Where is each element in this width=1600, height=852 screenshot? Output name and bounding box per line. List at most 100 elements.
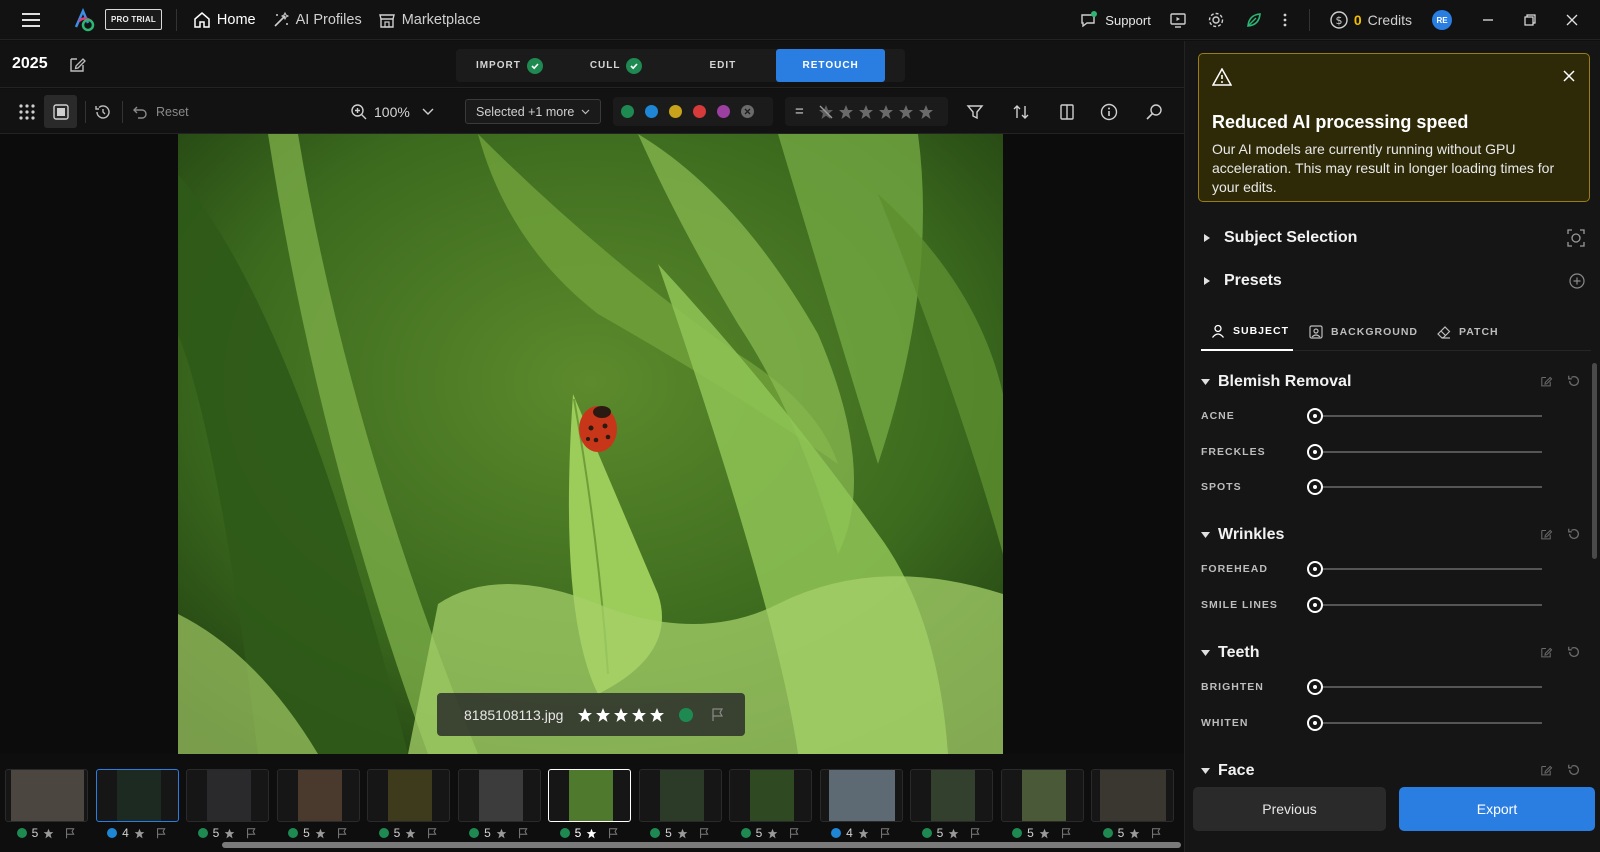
flag-icon[interactable]	[337, 827, 348, 839]
credits-display[interactable]: $ 0 Credits	[1330, 11, 1412, 29]
flag-icon[interactable]	[699, 827, 710, 839]
thumbnail-color-label[interactable]	[1102, 828, 1113, 838]
slider-handle[interactable]	[1307, 443, 1323, 460]
star-icon[interactable]	[898, 104, 914, 120]
star-icon[interactable]	[43, 828, 54, 839]
history-icon[interactable]	[94, 89, 112, 134]
reset-icon[interactable]	[1567, 374, 1581, 388]
edit-icon[interactable]	[1539, 645, 1553, 659]
adjustment-slider[interactable]: FRECKLES	[1201, 440, 1581, 464]
adjustment-slider[interactable]: SMILE LINES	[1201, 593, 1581, 617]
star-icon[interactable]	[586, 828, 597, 839]
filmstrip-thumbnail[interactable]	[729, 769, 812, 822]
search-icon[interactable]	[1145, 89, 1163, 134]
flag-icon[interactable]	[711, 707, 725, 722]
filmstrip-thumbnail[interactable]	[95, 769, 179, 822]
filmstrip-thumbnail[interactable]	[1091, 769, 1174, 822]
adjustment-slider[interactable]: WHITEN	[1201, 711, 1581, 735]
adjustment-group-header[interactable]: Teeth	[1201, 639, 1581, 667]
step-import[interactable]: IMPORT	[456, 49, 563, 82]
star-icon[interactable]	[613, 707, 629, 723]
minimize-icon[interactable]	[1482, 14, 1494, 26]
filmstrip-thumbnail[interactable]	[548, 769, 631, 822]
star-icon[interactable]	[918, 104, 934, 120]
star-icon[interactable]	[1129, 828, 1140, 839]
step-retouch[interactable]: RETOUCH	[776, 49, 885, 82]
edit-icon[interactable]	[1539, 374, 1553, 388]
thumbnail-color-label[interactable]	[1012, 828, 1023, 838]
filmstrip-thumbnail[interactable]	[5, 769, 88, 822]
tab-patch[interactable]: PATCH	[1437, 313, 1499, 351]
flag-icon[interactable]	[246, 827, 257, 839]
star-icon[interactable]	[858, 104, 874, 120]
color-label-red[interactable]	[693, 105, 706, 118]
slider-track[interactable]	[1314, 568, 1542, 570]
star-icon[interactable]	[878, 104, 894, 120]
reset-button[interactable]: Reset	[132, 89, 189, 134]
adjustment-group-header[interactable]: Wrinkles	[1201, 521, 1581, 549]
gear-icon[interactable]	[1207, 11, 1225, 29]
flag-icon[interactable]	[427, 827, 438, 839]
filmstrip-thumbnail[interactable]	[276, 769, 360, 822]
thumbnail-color-label[interactable]	[559, 828, 570, 838]
close-icon[interactable]	[1566, 14, 1578, 26]
star-icon[interactable]	[767, 828, 778, 839]
color-label-yellow[interactable]	[669, 105, 682, 118]
step-cull[interactable]: CULL	[563, 49, 670, 82]
menu-icon[interactable]	[17, 6, 45, 34]
grid-view-icon[interactable]	[19, 89, 35, 134]
slider-track[interactable]	[1314, 415, 1542, 417]
flag-icon[interactable]	[518, 827, 529, 839]
slider-handle[interactable]	[1307, 596, 1323, 613]
video-tutorial-icon[interactable]	[1169, 11, 1187, 29]
adjustment-slider[interactable]: SPOTS	[1201, 475, 1581, 499]
star-icon[interactable]	[496, 828, 507, 839]
tab-subject[interactable]: SUBJECT	[1201, 313, 1293, 351]
slider-track[interactable]	[1314, 603, 1542, 606]
adjustment-slider[interactable]: FOREHEAD	[1201, 557, 1581, 581]
thumbnail-color-label[interactable]	[107, 828, 118, 838]
star-icon[interactable]	[224, 828, 235, 839]
filmstrip-thumbnail[interactable]	[1000, 769, 1084, 822]
star-icon[interactable]	[1039, 828, 1050, 839]
flag-icon[interactable]	[789, 827, 800, 839]
flag-icon[interactable]	[970, 827, 981, 839]
star-icon[interactable]	[405, 828, 416, 839]
thumbnail-color-label[interactable]	[740, 828, 751, 838]
filmstrip-scrollbar[interactable]	[222, 842, 1181, 848]
no-rating-icon[interactable]	[818, 104, 834, 120]
flag-icon[interactable]	[608, 827, 619, 839]
color-label-blue[interactable]	[645, 105, 658, 118]
filmstrip-thumbnail[interactable]	[186, 769, 269, 822]
flag-icon[interactable]	[65, 827, 76, 839]
restore-icon[interactable]	[1524, 14, 1536, 26]
panel-scrollbar[interactable]	[1592, 363, 1597, 559]
filmstrip-thumbnail[interactable]	[910, 769, 993, 822]
star-icon[interactable]	[595, 707, 611, 723]
flag-icon[interactable]	[1151, 827, 1162, 839]
edit-title-icon[interactable]	[67, 54, 87, 74]
leaf-icon[interactable]	[1245, 11, 1263, 29]
zoom-control[interactable]: 100%	[350, 89, 434, 134]
adjustment-group-header[interactable]: Face	[1201, 757, 1581, 785]
filmstrip-thumbnail[interactable]	[367, 769, 450, 822]
star-icon[interactable]	[631, 707, 647, 723]
filmstrip-thumbnail[interactable]	[819, 769, 903, 822]
filmstrip-thumbnail[interactable]	[638, 769, 722, 822]
star-icon[interactable]	[577, 707, 593, 723]
adjustment-slider[interactable]: BRIGHTEN	[1201, 675, 1581, 699]
main-photo[interactable]	[178, 134, 1003, 754]
nav-home[interactable]: Home	[193, 11, 256, 29]
presets-section[interactable]: Presets	[1185, 266, 1600, 296]
rating-operator[interactable]: =	[795, 103, 804, 120]
more-vertical-icon[interactable]	[1283, 13, 1287, 27]
thumbnail-color-label[interactable]	[197, 828, 208, 838]
step-edit[interactable]: EDIT	[670, 49, 777, 82]
support-button[interactable]: Support	[1079, 11, 1151, 29]
slider-track[interactable]	[1314, 721, 1542, 724]
slider-track[interactable]	[1314, 450, 1542, 453]
export-button[interactable]: Export	[1399, 787, 1595, 831]
star-icon[interactable]	[134, 828, 145, 839]
star-icon[interactable]	[858, 828, 869, 839]
star-icon[interactable]	[649, 707, 665, 723]
